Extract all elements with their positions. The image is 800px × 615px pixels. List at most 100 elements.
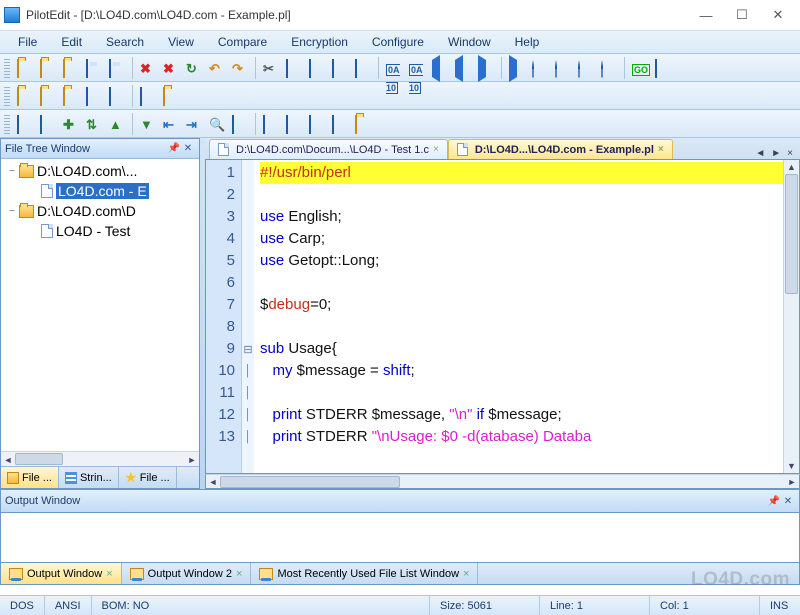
scroll-up-icon[interactable]: ▲ (784, 160, 799, 174)
tree-folder-node[interactable]: −D:\LO4D.com\... (1, 161, 199, 181)
square-b-button[interactable] (106, 85, 128, 107)
up-green-button[interactable]: ▲ (106, 113, 128, 135)
code-line[interactable] (260, 272, 783, 294)
numeric-view-button[interactable]: 0A10 (406, 57, 428, 79)
tree-folder-node[interactable]: −D:\LO4D.com\D (1, 201, 199, 221)
down-green-button[interactable]: ▼ (137, 113, 159, 135)
prev-fast-button[interactable] (452, 57, 474, 79)
scroll-down-icon[interactable]: ▼ (784, 459, 799, 473)
code-line[interactable]: #!/usr/bin/perl (260, 162, 783, 184)
code-line[interactable]: my $message = shift; (260, 360, 783, 382)
find-button[interactable]: 🔍 (206, 113, 228, 135)
delete-button[interactable]: ✖ (137, 57, 159, 79)
square-a-button[interactable] (83, 85, 105, 107)
refresh-button[interactable]: ↻ (183, 57, 205, 79)
find-users-2-button[interactable] (552, 57, 574, 79)
code-line[interactable]: use Carp; (260, 228, 783, 250)
paste-button[interactable] (306, 57, 328, 79)
file-tree-body[interactable]: −D:\LO4D.com\...LO4D.com - E−D:\LO4D.com… (1, 159, 199, 451)
next-button[interactable] (475, 57, 497, 79)
pin-icon[interactable]: 📌 (767, 494, 781, 508)
save-all-button[interactable] (106, 57, 128, 79)
scroll-thumb[interactable] (15, 453, 63, 465)
tab-close-icon[interactable]: × (433, 144, 439, 155)
delete-all-button[interactable]: ✖ (160, 57, 182, 79)
close-panel-icon[interactable]: ✕ (781, 494, 795, 508)
find-users-3-button[interactable] (575, 57, 597, 79)
code-body[interactable]: #!/usr/bin/perluse English;use Carp;use … (254, 160, 783, 473)
menu-encryption[interactable]: Encryption (279, 33, 360, 51)
code-line[interactable]: $debug=0; (260, 294, 783, 316)
maximize-button[interactable]: ☐ (724, 4, 760, 26)
output-body[interactable] (0, 513, 800, 563)
next-fast-button[interactable] (506, 57, 528, 79)
indent-out-button[interactable]: ⇤ (160, 113, 182, 135)
copy-down-button[interactable] (37, 113, 59, 135)
hex-view-button[interactable]: 0A10 (383, 57, 405, 79)
menu-help[interactable]: Help (503, 33, 552, 51)
toolbar-grip[interactable] (4, 114, 10, 134)
menu-compare[interactable]: Compare (206, 33, 279, 51)
tab-close-all-icon[interactable]: × (784, 148, 796, 159)
editor-vscroll[interactable]: ▲ ▼ (783, 160, 799, 473)
file-tree-tab[interactable]: File ... (1, 467, 59, 488)
indent-in-button[interactable]: ⇥ (183, 113, 205, 135)
tree-file-node[interactable]: LO4D - Test (1, 221, 199, 241)
new-folder-button[interactable] (14, 57, 36, 79)
output-tab[interactable]: Output Window 2 × (122, 563, 252, 584)
goto-button[interactable]: GO (629, 57, 651, 79)
sync-button[interactable]: ⇅ (83, 113, 105, 135)
folder-arrow-button[interactable] (160, 85, 182, 107)
close-button[interactable]: ✕ (760, 4, 796, 26)
prev-button[interactable] (429, 57, 451, 79)
menu-window[interactable]: Window (436, 33, 503, 51)
code-line[interactable]: print STDERR $message, "\n" if $message; (260, 404, 783, 426)
code-line[interactable] (260, 316, 783, 338)
hscroll-thumb[interactable] (220, 476, 400, 488)
editor-hscroll[interactable]: ◄ ► (205, 474, 800, 489)
toolbar-grip[interactable] (4, 58, 10, 78)
toolbar-grip[interactable] (4, 86, 10, 106)
output-tab[interactable]: Output Window × (1, 563, 122, 584)
open-folder-button[interactable] (37, 57, 59, 79)
paste-special-button[interactable] (329, 57, 351, 79)
copy-button[interactable] (283, 57, 305, 79)
file-tree-tab[interactable]: File ... (119, 467, 177, 488)
code-editor[interactable]: 12345678910111213 ⊟││││ #!/usr/bin/perlu… (205, 160, 800, 474)
save-button[interactable] (83, 57, 105, 79)
select-all-button[interactable] (352, 57, 374, 79)
add-box-b-button[interactable] (306, 113, 328, 135)
output-tab[interactable]: Most Recently Used File List Window × (251, 563, 478, 584)
folder-b-button[interactable] (37, 85, 59, 107)
tab-close-icon[interactable]: × (106, 568, 112, 580)
add-box-c-button[interactable] (329, 113, 351, 135)
move-v-button[interactable] (260, 113, 282, 135)
close-panel-icon[interactable]: ✕ (181, 142, 195, 156)
scroll-right-icon[interactable]: ► (785, 477, 799, 487)
menu-configure[interactable]: Configure (360, 33, 436, 51)
scroll-left-icon[interactable]: ◄ (1, 452, 15, 467)
tree-toggle-icon[interactable]: − (5, 206, 19, 217)
tab-prev-icon[interactable]: ◄ (752, 148, 768, 159)
menu-search[interactable]: Search (94, 33, 156, 51)
tab-next-icon[interactable]: ► (768, 148, 784, 159)
tree-toggle-icon[interactable]: − (5, 166, 19, 177)
fold-toggle-icon[interactable]: ⊟ (242, 338, 254, 360)
plus-green-button[interactable]: ✚ (60, 113, 82, 135)
tab-close-icon[interactable]: × (463, 568, 469, 580)
code-line[interactable] (260, 184, 783, 206)
fold-column[interactable]: ⊟││││ (242, 160, 254, 473)
square-c-button[interactable] (137, 85, 159, 107)
menu-edit[interactable]: Edit (49, 33, 94, 51)
add-box-a-button[interactable] (283, 113, 305, 135)
help-button[interactable] (652, 57, 674, 79)
find-users-4-button[interactable] (598, 57, 620, 79)
minimize-button[interactable]: — (688, 4, 724, 26)
redo-button[interactable]: ↷ (229, 57, 251, 79)
tab-close-icon[interactable]: × (236, 568, 242, 580)
code-line[interactable] (260, 382, 783, 404)
copy-up-button[interactable] (14, 113, 36, 135)
tab-close-icon[interactable]: × (658, 144, 664, 155)
menu-file[interactable]: File (6, 33, 49, 51)
code-line[interactable]: use English; (260, 206, 783, 228)
